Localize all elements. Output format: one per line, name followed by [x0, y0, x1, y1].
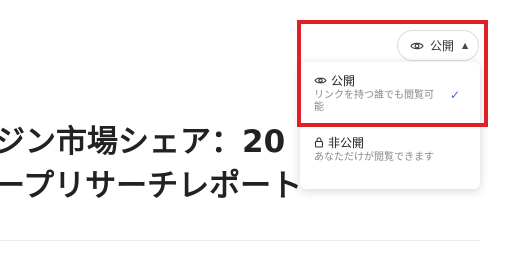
visibility-option-private[interactable]: 非公開 あなただけが閲覧できます: [300, 134, 480, 164]
checkmark-icon: ✓: [449, 88, 460, 102]
visibility-option-public-description: リンクを持つ誰でも閲覧可能: [314, 90, 434, 113]
article-title-line-1: ジン市場シェア：20: [0, 124, 286, 160]
visibility-toggle-button[interactable]: 公開 ▲: [397, 30, 479, 61]
visibility-option-private-description: あなただけが閲覧できます: [314, 152, 434, 163]
eye-icon: [410, 41, 424, 51]
visibility-option-private-label: 非公開: [328, 135, 365, 150]
eye-icon: [314, 76, 327, 85]
visibility-option-public-label: 公開: [331, 73, 356, 88]
caret-up-icon: ▲: [462, 41, 469, 50]
visibility-dropdown-menu: 公開 リンクを持つ誰でも閲覧可能 ✓ 非公開 あなただけが閲覧できます: [300, 62, 480, 189]
article-title: ジン市場シェア：20 ープリサーチレポート: [0, 120, 302, 208]
lock-icon: [314, 136, 324, 148]
article-title-line-2: ープリサーチレポート: [0, 168, 303, 204]
visibility-current-label: 公開: [430, 39, 455, 53]
visibility-option-public[interactable]: 公開 リンクを持つ誰でも閲覧可能 ✓: [300, 72, 480, 114]
content-divider: [0, 240, 480, 241]
